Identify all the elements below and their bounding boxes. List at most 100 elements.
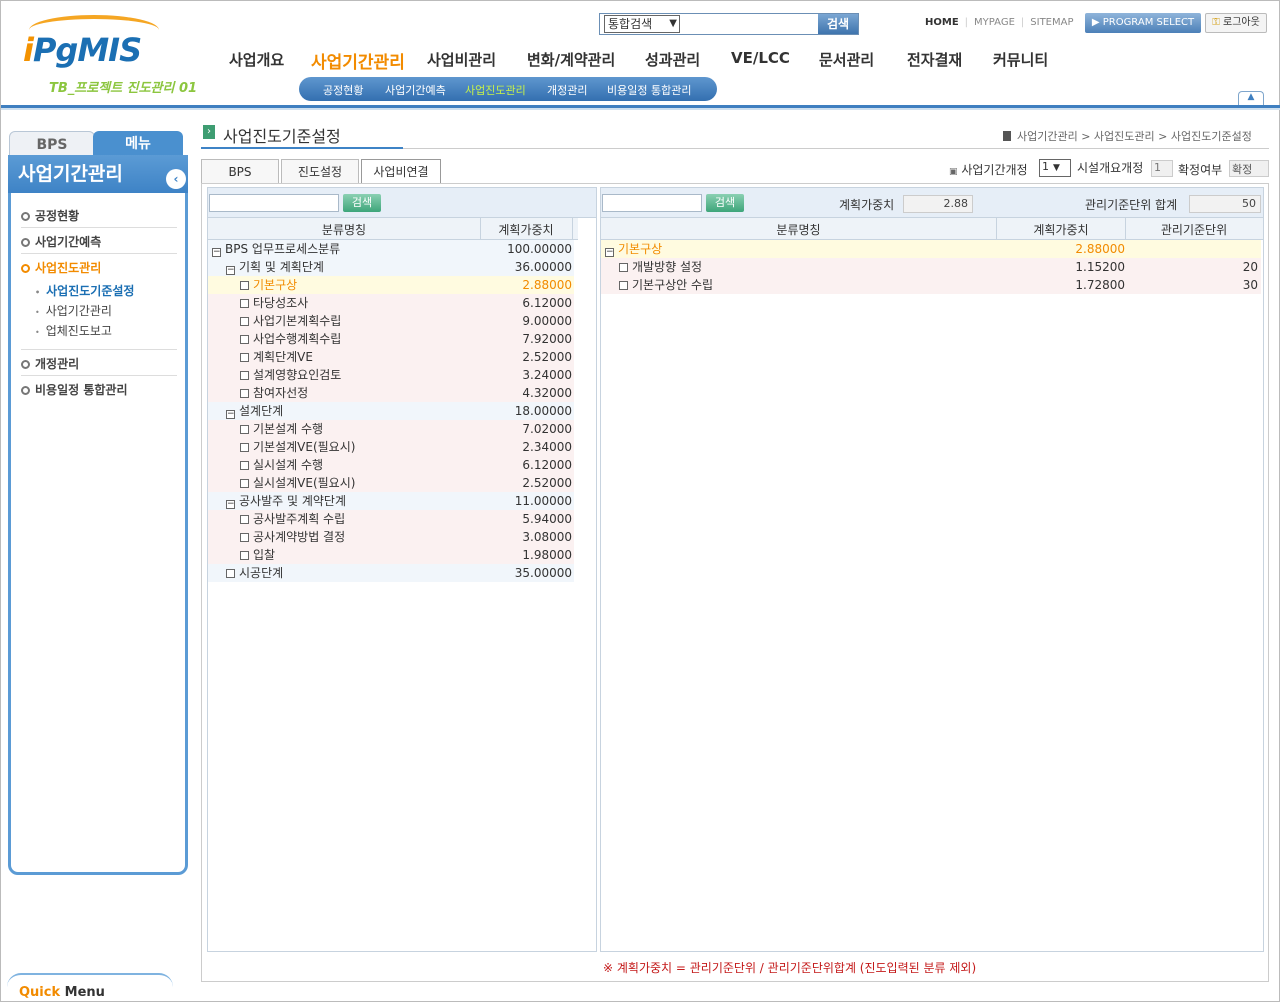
home-link[interactable]: HOME — [925, 17, 959, 28]
table-row[interactable]: 실시설계 수행 6.12000 — [208, 456, 574, 474]
table-row[interactable]: 기본구상 2.88000 — [208, 276, 574, 294]
sidebar-tab-bps[interactable]: BPS — [9, 131, 95, 157]
table-row[interactable]: − BPS 업무프로세스분류 100.00000 — [208, 240, 574, 258]
tree-node-name: 공사계약방법 결정 — [240, 528, 345, 546]
collapse-icon[interactable]: − — [226, 266, 235, 275]
logo[interactable]: iPgMIS — [23, 31, 142, 69]
sitemap-link[interactable]: SITEMAP — [1030, 17, 1073, 28]
checkbox-icon[interactable] — [619, 281, 628, 290]
table-row[interactable]: 공사계약방법 결정 3.08000 — [208, 528, 574, 546]
program-select-button[interactable]: ▶ PROGRAM SELECT — [1085, 13, 1201, 33]
search-input[interactable] — [682, 15, 816, 33]
table-row[interactable]: 기본설계 수행 7.02000 — [208, 420, 574, 438]
sidebar-collapse-button[interactable]: ‹ — [166, 169, 186, 189]
table-row[interactable]: 실시설계VE(필요시) 2.52000 — [208, 474, 574, 492]
table-row[interactable]: − 공사발주 및 계약단계 11.00000 — [208, 492, 574, 510]
page-title: 사업진도기준설정 — [223, 127, 341, 146]
checkbox-icon[interactable] — [240, 335, 249, 344]
checkbox-icon[interactable] — [226, 569, 235, 578]
checkbox-icon[interactable] — [240, 389, 249, 398]
checkbox-icon[interactable] — [240, 281, 249, 290]
node-label: 기본구상안 수립 — [632, 278, 714, 292]
collapse-icon[interactable]: − — [212, 248, 221, 257]
sidebar-tab-menu[interactable]: 메뉴 — [93, 131, 183, 157]
table-row[interactable]: 시공단계 35.00000 — [208, 564, 574, 582]
node-label: 기본설계VE(필요시) — [253, 440, 356, 454]
nav-performance[interactable]: 성과관리 — [645, 49, 700, 70]
subnav-cost-schedule[interactable]: 비용일정 통합관리 — [607, 82, 691, 98]
node-weight: 100.00000 — [507, 242, 572, 256]
table-row[interactable]: 공사발주계획 수립 5.94000 — [208, 510, 574, 528]
schedule-revision-select[interactable]: 1 ▼ — [1039, 159, 1071, 177]
detail-search-input[interactable] — [602, 194, 702, 212]
sidebar-item-cost-schedule[interactable]: 비용일정 통합관리 — [21, 381, 128, 398]
tab-bps[interactable]: BPS — [201, 159, 279, 183]
checkbox-icon[interactable] — [240, 299, 249, 308]
table-row[interactable]: 입찰 1.98000 — [208, 546, 574, 564]
checkbox-icon[interactable] — [240, 461, 249, 470]
tree-node-name: − 설계단계 — [226, 402, 283, 420]
nav-community[interactable]: 커뮤니티 — [993, 49, 1048, 70]
table-row[interactable]: 타당성조사 6.12000 — [208, 294, 574, 312]
nav-change-contract[interactable]: 변화/계약관리 — [527, 49, 615, 70]
checkbox-icon[interactable] — [240, 443, 249, 452]
checkbox-icon[interactable] — [240, 551, 249, 560]
tab-progress-settings[interactable]: 진도설정 — [281, 159, 359, 183]
table-row[interactable]: 사업기본계획수립 9.00000 — [208, 312, 574, 330]
nav-approval[interactable]: 전자결재 — [907, 49, 962, 70]
sidebar-item-revision[interactable]: 개정관리 — [21, 355, 79, 372]
checkbox-icon[interactable] — [240, 533, 249, 542]
sidebar-subitem-vendor-report[interactable]: • 업체진도보고 — [35, 322, 112, 339]
checkbox-icon[interactable] — [240, 317, 249, 326]
sidebar-item-forecast[interactable]: 사업기간예측 — [21, 233, 101, 250]
table-row[interactable]: 개발방향 설정 1.15200 20 — [601, 258, 1261, 276]
tree-node-name: 개발방향 설정 — [619, 258, 702, 276]
table-row[interactable]: 참여자선정 4.32000 — [208, 384, 574, 402]
tab-cost-link[interactable]: 사업비연결 — [361, 159, 441, 183]
mypage-link[interactable]: MYPAGE — [974, 17, 1015, 28]
table-row[interactable]: 사업수행계획수립 7.92000 — [208, 330, 574, 348]
table-row[interactable]: 계획단계VE 2.52000 — [208, 348, 574, 366]
nav-overview[interactable]: 사업개요 — [229, 49, 284, 70]
node-weight: 18.00000 — [514, 404, 572, 418]
nav-ve-lcc[interactable]: VE/LCC — [731, 49, 790, 67]
node-weight: 6.12000 — [522, 458, 572, 472]
checkbox-icon[interactable] — [240, 425, 249, 434]
unit-sum-label: 관리기준단위 합계 — [1085, 198, 1178, 212]
node-weight: 2.52000 — [522, 350, 572, 364]
sidebar-subitem-period-management[interactable]: • 사업기간관리 — [35, 302, 112, 319]
collapse-icon[interactable]: − — [226, 410, 235, 419]
sidebar-item-status[interactable]: 공정현황 — [21, 207, 79, 224]
table-row[interactable]: 기본구상안 수립 1.72800 30 — [601, 276, 1261, 294]
nav-documents[interactable]: 문서관리 — [819, 49, 874, 70]
nav-cost[interactable]: 사업비관리 — [427, 49, 496, 70]
checkbox-icon[interactable] — [619, 263, 628, 272]
collapse-icon[interactable]: − — [226, 500, 235, 509]
subnav-status[interactable]: 공정현황 — [323, 82, 363, 98]
checkbox-icon[interactable] — [240, 479, 249, 488]
tree-node-name: 참여자선정 — [240, 384, 308, 402]
nav-schedule[interactable]: 사업기간관리 — [311, 48, 405, 73]
search-scope-select[interactable]: 통합검색 ▼ — [604, 15, 680, 33]
node-label: 참여자선정 — [253, 386, 309, 400]
tree-search-button[interactable]: 검색 — [343, 194, 381, 212]
checkbox-icon[interactable] — [240, 371, 249, 380]
table-row[interactable]: 기본설계VE(필요시) 2.34000 — [208, 438, 574, 456]
sidebar-subitem-progress-criteria[interactable]: • 사업진도기준설정 — [35, 282, 134, 299]
quick-menu[interactable]: Quick Menu — [7, 973, 173, 1002]
table-row[interactable]: 설계영향요인검토 3.24000 — [208, 366, 574, 384]
tree-search-input[interactable] — [209, 194, 339, 212]
detail-search-button[interactable]: 검색 — [706, 194, 744, 212]
checkbox-icon[interactable] — [240, 515, 249, 524]
table-row[interactable]: − 설계단계 18.00000 — [208, 402, 574, 420]
logout-button[interactable]: ⚿ 로그아웃 — [1205, 13, 1267, 33]
table-row[interactable]: − 기획 및 계획단계 36.00000 — [208, 258, 574, 276]
subnav-revision[interactable]: 개정관리 — [547, 82, 587, 98]
table-row[interactable]: − 기본구상 2.88000 — [601, 240, 1261, 258]
subnav-progress[interactable]: 사업진도관리 — [465, 82, 526, 98]
collapse-icon[interactable]: − — [605, 248, 614, 257]
search-button[interactable]: 검색 — [818, 14, 858, 34]
checkbox-icon[interactable] — [240, 353, 249, 362]
sidebar-item-progress[interactable]: 사업진도관리 — [21, 259, 101, 276]
subnav-forecast[interactable]: 사업기간예측 — [385, 82, 446, 98]
